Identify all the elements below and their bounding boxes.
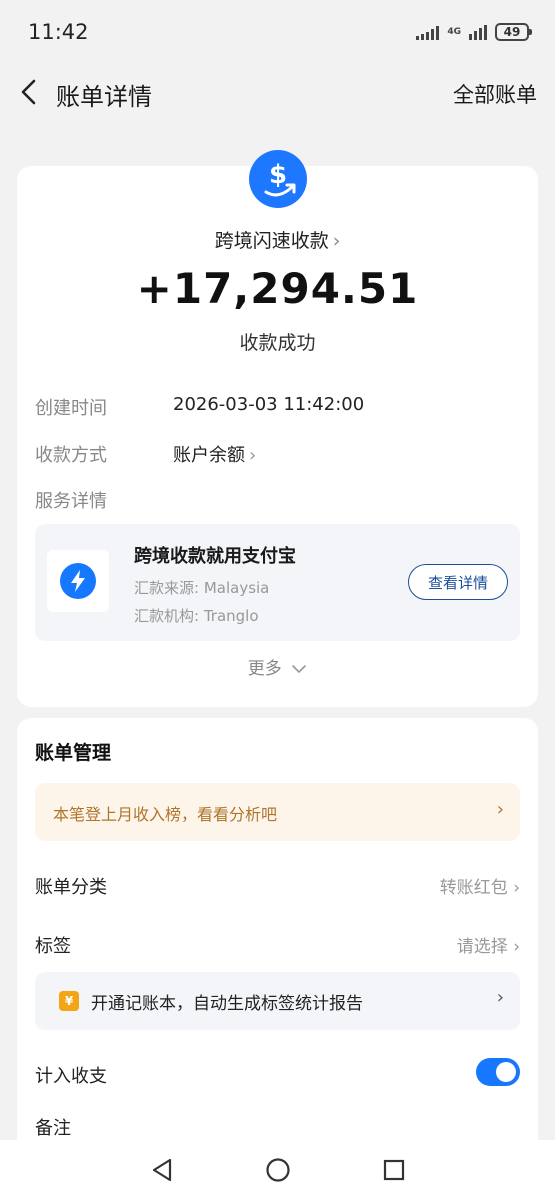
chevron-right-icon: › (496, 799, 504, 820)
money-transfer-logo: $ (249, 150, 307, 208)
include-in-stats-toggle[interactable] (476, 1058, 520, 1086)
note-label: 备注 (35, 1118, 71, 1139)
payment-method-value-wrap[interactable]: 账户余额 › (173, 441, 256, 467)
chevron-right-icon: › (496, 987, 504, 1008)
tag-row[interactable]: 标签 请选择 › (35, 924, 520, 964)
battery-icon: 49 (495, 23, 532, 41)
ledger-text: 开通记账本，自动生成标签统计报告 (91, 994, 363, 1014)
chevron-right-icon: › (513, 878, 520, 898)
created-time-value: 2026-03-03 11:42:00 (173, 394, 365, 415)
bill-category-row[interactable]: 账单分类 转账红包 › (35, 865, 520, 905)
more-button[interactable]: 更多 (17, 654, 538, 679)
chevron-right-icon: › (249, 445, 257, 466)
bill-category-label: 账单分类 (35, 877, 107, 898)
signal-icon (416, 24, 440, 40)
section-title: 账单管理 (35, 742, 112, 764)
home-circle-icon[interactable] (265, 1157, 291, 1183)
bill-category-value: 转账红包 (439, 878, 508, 898)
payment-method-value: 账户余额 (173, 445, 245, 466)
signal-icon-2 (469, 24, 487, 40)
chevron-down-icon (292, 665, 307, 673)
bill-category-value-wrap: 转账红包 › (440, 873, 520, 898)
remit-institution: 汇款机构: Tranglo (134, 607, 259, 625)
back-button[interactable] (16, 76, 44, 108)
tag-value-wrap: 请选择 › (457, 932, 520, 957)
bill-management-card: 账单管理 本笔登上月收入榜，看看分析吧 › 账单分类 转账红包 › 标签 请选择… (17, 718, 538, 1148)
recent-apps-icon[interactable] (382, 1157, 406, 1183)
merchant-name-label: 跨境闪速收款 (214, 230, 329, 252)
system-nav-bar (0, 1140, 555, 1200)
status-icons: 4G 49 (416, 23, 532, 41)
income-rank-banner[interactable]: 本笔登上月收入榜，看看分析吧 › (35, 783, 520, 841)
network-label: 4G (447, 26, 461, 37)
service-detail-label: 服务详情 (35, 491, 107, 512)
income-rank-text: 本笔登上月收入榜，看看分析吧 (53, 805, 278, 824)
yen-icon: ¥ (59, 991, 79, 1011)
transaction-status: 收款成功 (239, 332, 316, 354)
tag-value: 请选择 (456, 937, 508, 957)
merchant-name[interactable]: 跨境闪速收款 › (17, 226, 538, 253)
payment-method-label: 收款方式 (35, 445, 107, 466)
ledger-banner[interactable]: ¥ 开通记账本，自动生成标签统计报告 › (35, 972, 520, 1030)
page-title: 账单详情 (56, 83, 152, 111)
service-title: 跨境收款就用支付宝 (134, 546, 296, 567)
transaction-card: $ 跨境闪速收款 › +17,294.51 收款成功 创建时间 2026-03-0… (17, 150, 538, 707)
status-bar: 11:42 4G 49 (0, 0, 555, 64)
chevron-left-icon (21, 79, 36, 105)
status-time: 11:42 (28, 20, 89, 44)
created-time-label: 创建时间 (35, 398, 107, 419)
include-in-stats-label: 计入收支 (35, 1066, 107, 1087)
transaction-amount: +17,294.51 (136, 264, 419, 313)
tag-label: 标签 (35, 936, 71, 957)
service-detail-box: 跨境收款就用支付宝 汇款来源: Malaysia 汇款机构: Tranglo 查… (35, 524, 520, 641)
more-label: 更多 (247, 659, 282, 679)
svg-text:$: $ (269, 160, 287, 190)
service-logo (47, 550, 109, 612)
top-nav: 账单详情 全部账单 (0, 64, 555, 120)
dollar-icon: $ (264, 160, 296, 197)
all-bills-link[interactable]: 全部账单 (453, 79, 537, 109)
battery-level: 49 (503, 25, 521, 39)
chevron-right-icon: › (332, 230, 341, 252)
back-triangle-icon[interactable] (150, 1157, 174, 1183)
lightning-icon (60, 563, 96, 599)
chevron-right-icon: › (513, 937, 520, 957)
include-in-stats-row: 计入收支 (35, 1054, 520, 1094)
remit-source: 汇款来源: Malaysia (134, 579, 270, 597)
view-details-button[interactable]: 查看详情 (408, 564, 508, 600)
